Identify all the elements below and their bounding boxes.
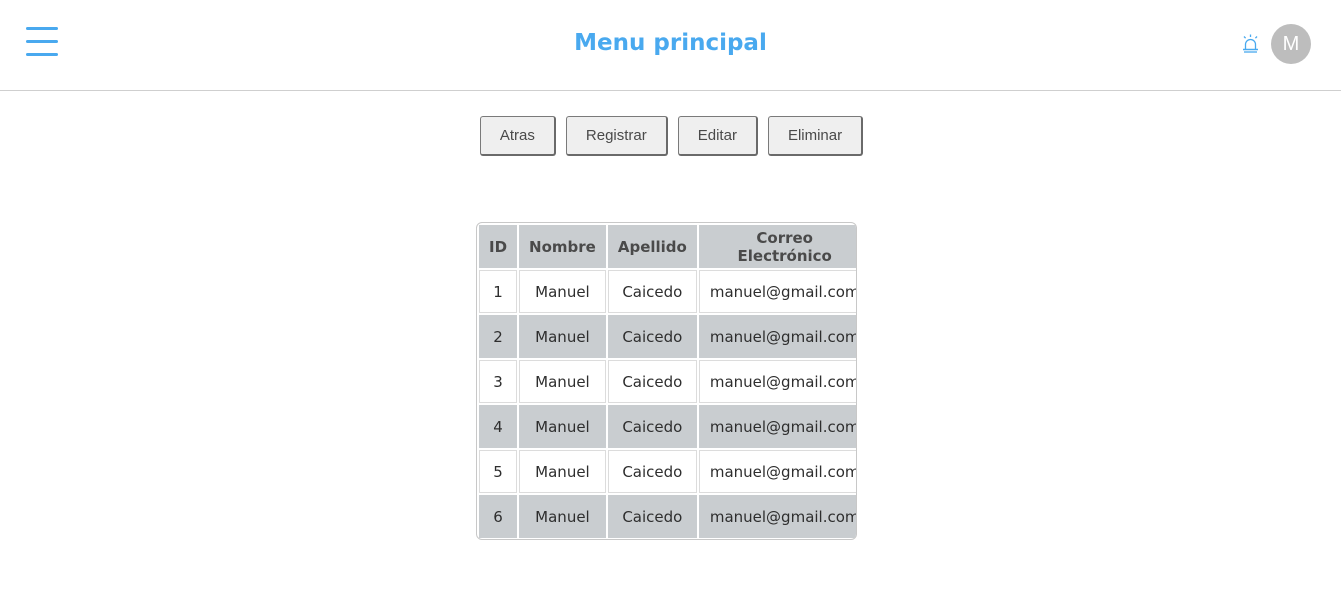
cell-name: Manuel <box>519 315 606 358</box>
cell-name: Manuel <box>519 360 606 403</box>
alarm-icon[interactable] <box>1241 34 1260 53</box>
cell-id: 4 <box>479 405 518 448</box>
edit-button[interactable]: Editar <box>677 116 758 156</box>
cell-email: manuel@gmail.com <box>698 495 856 538</box>
column-header-id: ID <box>479 225 518 268</box>
cell-email: manuel@gmail.com <box>698 360 856 403</box>
cell-surname: Caicedo <box>607 270 697 313</box>
cell-email: manuel@gmail.com <box>698 270 856 313</box>
table-row[interactable]: 4 Manuel Caicedo manuel@gmail.com <box>479 405 856 448</box>
cell-surname: Caicedo <box>607 315 697 358</box>
cell-surname: Caicedo <box>607 495 697 538</box>
cell-id: 5 <box>479 450 518 493</box>
cell-email: manuel@gmail.com <box>698 315 856 358</box>
table-row[interactable]: 3 Manuel Caicedo manuel@gmail.com <box>479 360 856 403</box>
cell-id: 3 <box>479 360 518 403</box>
action-toolbar: Atras Registrar Editar Eliminar <box>0 116 1343 156</box>
cell-surname: Caicedo <box>607 405 697 448</box>
top-app-bar: Menu principal M <box>0 0 1341 91</box>
users-table-container: ID Nombre Apellido Correo Electrónico 1 … <box>476 222 857 540</box>
cell-name: Manuel <box>519 405 606 448</box>
table-row[interactable]: 1 Manuel Caicedo manuel@gmail.com <box>479 270 856 313</box>
cell-id: 2 <box>479 315 518 358</box>
back-button[interactable]: Atras <box>479 116 556 156</box>
cell-email: manuel@gmail.com <box>698 405 856 448</box>
cell-surname: Caicedo <box>607 360 697 403</box>
cell-name: Manuel <box>519 270 606 313</box>
avatar[interactable]: M <box>1271 24 1311 64</box>
cell-name: Manuel <box>519 450 606 493</box>
cell-id: 6 <box>479 495 518 538</box>
register-button[interactable]: Registrar <box>565 116 668 156</box>
column-header-name: Nombre <box>519 225 606 268</box>
cell-surname: Caicedo <box>607 450 697 493</box>
page-title: Menu principal <box>574 30 767 56</box>
users-table: ID Nombre Apellido Correo Electrónico 1 … <box>477 223 856 539</box>
table-row[interactable]: 5 Manuel Caicedo manuel@gmail.com <box>479 450 856 493</box>
table-header-row: ID Nombre Apellido Correo Electrónico <box>479 225 856 268</box>
column-header-email: Correo Electrónico <box>698 225 856 268</box>
cell-email: manuel@gmail.com <box>698 450 856 493</box>
cell-name: Manuel <box>519 495 606 538</box>
table-row[interactable]: 6 Manuel Caicedo manuel@gmail.com <box>479 495 856 538</box>
cell-id: 1 <box>479 270 518 313</box>
table-row[interactable]: 2 Manuel Caicedo manuel@gmail.com <box>479 315 856 358</box>
column-header-surname: Apellido <box>607 225 697 268</box>
delete-button[interactable]: Eliminar <box>767 116 864 156</box>
